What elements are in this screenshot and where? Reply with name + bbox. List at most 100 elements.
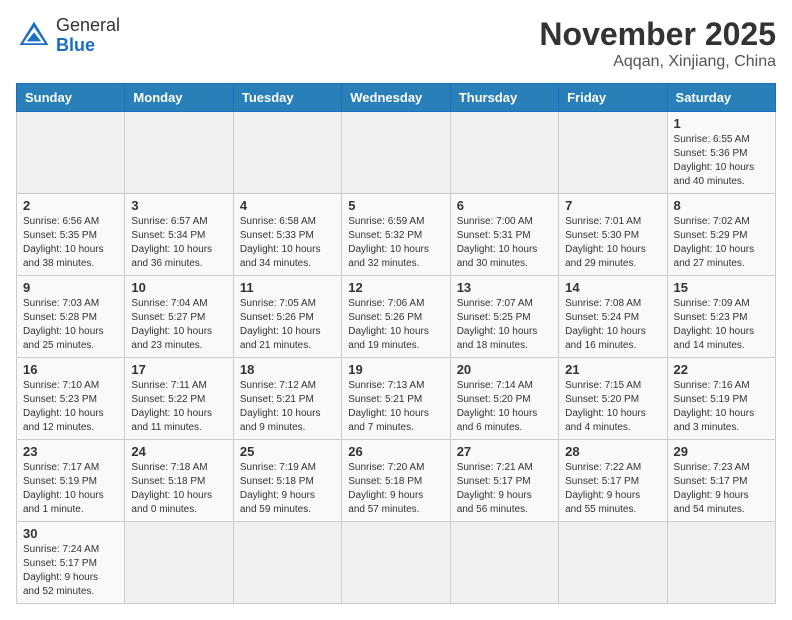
table-row: 4 Sunrise: 6:58 AM Sunset: 5:33 PM Daylig… [233,194,341,276]
table-row [233,112,341,194]
day-number: 27 [457,444,552,459]
day-info: Sunrise: 6:56 AM Sunset: 5:35 PM Dayligh… [23,215,118,271]
table-row [450,112,558,194]
day-number: 29 [674,444,769,459]
calendar-row: 9 Sunrise: 7:03 AM Sunset: 5:28 PM Daylig… [17,276,776,358]
day-number: 5 [348,198,443,213]
table-row [559,522,667,604]
table-row: 7 Sunrise: 7:01 AM Sunset: 5:30 PM Daylig… [559,194,667,276]
day-info: Sunrise: 6:55 AM Sunset: 5:36 PM Dayligh… [674,133,769,189]
day-number: 26 [348,444,443,459]
day-number: 25 [240,444,335,459]
day-number: 6 [457,198,552,213]
table-row: 19Sunrise: 7:13 AM Sunset: 5:21 PM Dayli… [342,358,450,440]
table-row: 22Sunrise: 7:16 AM Sunset: 5:19 PM Dayli… [667,358,775,440]
calendar-table: Sunday Monday Tuesday Wednesday Thursday… [16,83,776,604]
table-row: 17 Sunrise: 7:11 AM Sunset: 5:22 PM Dayli… [125,358,233,440]
day-number: 2 [23,198,118,213]
day-info: Sunrise: 7:19 AM Sunset: 5:18 PM Dayligh… [240,461,335,517]
header-monday: Monday [125,84,233,112]
table-row [125,112,233,194]
title-block: November 2025 Aqqan, Xinjiang, China [539,16,776,71]
day-number: 14 [565,280,660,295]
table-row: 9 Sunrise: 7:03 AM Sunset: 5:28 PM Daylig… [17,276,125,358]
day-info: Sunrise: 7:06 AM Sunset: 5:26 PM Dayligh… [348,297,443,353]
table-row: 10 Sunrise: 7:04 AM Sunset: 5:27 PM Dayli… [125,276,233,358]
table-row: 12Sunrise: 7:06 AM Sunset: 5:26 PM Dayli… [342,276,450,358]
day-info: Sunrise: 7:02 AM Sunset: 5:29 PM Dayligh… [674,215,769,271]
day-info: Sunrise: 7:16 AM Sunset: 5:19 PM Dayligh… [674,379,769,435]
day-number: 8 [674,198,769,213]
table-row: 13 Sunrise: 7:07 AM Sunset: 5:25 PM Dayli… [450,276,558,358]
day-number: 11 [240,280,335,295]
table-row [17,112,125,194]
day-number: 3 [131,198,226,213]
day-info: Sunrise: 7:11 AM Sunset: 5:22 PM Dayligh… [131,379,226,435]
table-row: 3Sunrise: 6:57 AM Sunset: 5:34 PM Daylig… [125,194,233,276]
table-row [125,522,233,604]
table-row: 24 Sunrise: 7:18 AM Sunset: 5:18 PM Dayli… [125,440,233,522]
table-row: 18Sunrise: 7:12 AM Sunset: 5:21 PM Dayli… [233,358,341,440]
day-number: 17 [131,362,226,377]
table-row [342,112,450,194]
day-number: 4 [240,198,335,213]
table-row: 21Sunrise: 7:15 AM Sunset: 5:20 PM Dayli… [559,358,667,440]
day-info: Sunrise: 7:24 AM Sunset: 5:17 PM Dayligh… [23,543,118,599]
day-number: 9 [23,280,118,295]
day-number: 23 [23,444,118,459]
header-saturday: Saturday [667,84,775,112]
header-thursday: Thursday [450,84,558,112]
day-info: Sunrise: 7:00 AM Sunset: 5:31 PM Dayligh… [457,215,552,271]
table-row [450,522,558,604]
day-number: 20 [457,362,552,377]
table-row: 25 Sunrise: 7:19 AM Sunset: 5:18 PM Dayli… [233,440,341,522]
table-row: 26 Sunrise: 7:20 AM Sunset: 5:18 PM Dayli… [342,440,450,522]
calendar-row: 30Sunrise: 7:24 AM Sunset: 5:17 PM Dayli… [17,522,776,604]
page-header: General Blue November 2025 Aqqan, Xinjia… [16,16,776,71]
day-info: Sunrise: 6:58 AM Sunset: 5:33 PM Dayligh… [240,215,335,271]
day-info: Sunrise: 7:20 AM Sunset: 5:18 PM Dayligh… [348,461,443,517]
day-number: 7 [565,198,660,213]
day-number: 16 [23,362,118,377]
day-number: 13 [457,280,552,295]
header-tuesday: Tuesday [233,84,341,112]
day-info: Sunrise: 6:59 AM Sunset: 5:32 PM Dayligh… [348,215,443,271]
day-info: Sunrise: 7:10 AM Sunset: 5:23 PM Dayligh… [23,379,118,435]
day-info: Sunrise: 7:01 AM Sunset: 5:30 PM Dayligh… [565,215,660,271]
calendar-row: 23Sunrise: 7:17 AM Sunset: 5:19 PM Dayli… [17,440,776,522]
logo-general: General [56,15,120,35]
table-row: 16 Sunrise: 7:10 AM Sunset: 5:23 PM Dayli… [17,358,125,440]
day-info: Sunrise: 7:05 AM Sunset: 5:26 PM Dayligh… [240,297,335,353]
calendar-row: 16 Sunrise: 7:10 AM Sunset: 5:23 PM Dayli… [17,358,776,440]
day-info: Sunrise: 7:15 AM Sunset: 5:20 PM Dayligh… [565,379,660,435]
weekday-header-row: Sunday Monday Tuesday Wednesday Thursday… [17,84,776,112]
day-info: Sunrise: 7:22 AM Sunset: 5:17 PM Dayligh… [565,461,660,517]
table-row [233,522,341,604]
calendar-row: 1 Sunrise: 6:55 AM Sunset: 5:36 PM Daylig… [17,112,776,194]
day-info: Sunrise: 7:03 AM Sunset: 5:28 PM Dayligh… [23,297,118,353]
table-row: 11 Sunrise: 7:05 AM Sunset: 5:26 PM Dayli… [233,276,341,358]
logo: General Blue [16,16,120,56]
day-info: Sunrise: 7:13 AM Sunset: 5:21 PM Dayligh… [348,379,443,435]
day-number: 28 [565,444,660,459]
day-number: 24 [131,444,226,459]
day-number: 18 [240,362,335,377]
table-row: 1 Sunrise: 6:55 AM Sunset: 5:36 PM Daylig… [667,112,775,194]
day-info: Sunrise: 7:04 AM Sunset: 5:27 PM Dayligh… [131,297,226,353]
day-info: Sunrise: 7:21 AM Sunset: 5:17 PM Dayligh… [457,461,552,517]
logo-blue: Blue [56,35,95,55]
day-info: Sunrise: 7:07 AM Sunset: 5:25 PM Dayligh… [457,297,552,353]
table-row: 14 Sunrise: 7:08 AM Sunset: 5:24 PM Dayli… [559,276,667,358]
day-info: Sunrise: 7:09 AM Sunset: 5:23 PM Dayligh… [674,297,769,353]
day-number: 1 [674,116,769,131]
table-row: 20Sunrise: 7:14 AM Sunset: 5:20 PM Dayli… [450,358,558,440]
day-number: 10 [131,280,226,295]
day-number: 15 [674,280,769,295]
table-row: 15 Sunrise: 7:09 AM Sunset: 5:23 PM Dayli… [667,276,775,358]
table-row [342,522,450,604]
logo-icon [16,18,52,54]
table-row: 23Sunrise: 7:17 AM Sunset: 5:19 PM Dayli… [17,440,125,522]
day-info: Sunrise: 7:18 AM Sunset: 5:18 PM Dayligh… [131,461,226,517]
logo-text: General Blue [56,16,120,56]
day-info: Sunrise: 7:08 AM Sunset: 5:24 PM Dayligh… [565,297,660,353]
